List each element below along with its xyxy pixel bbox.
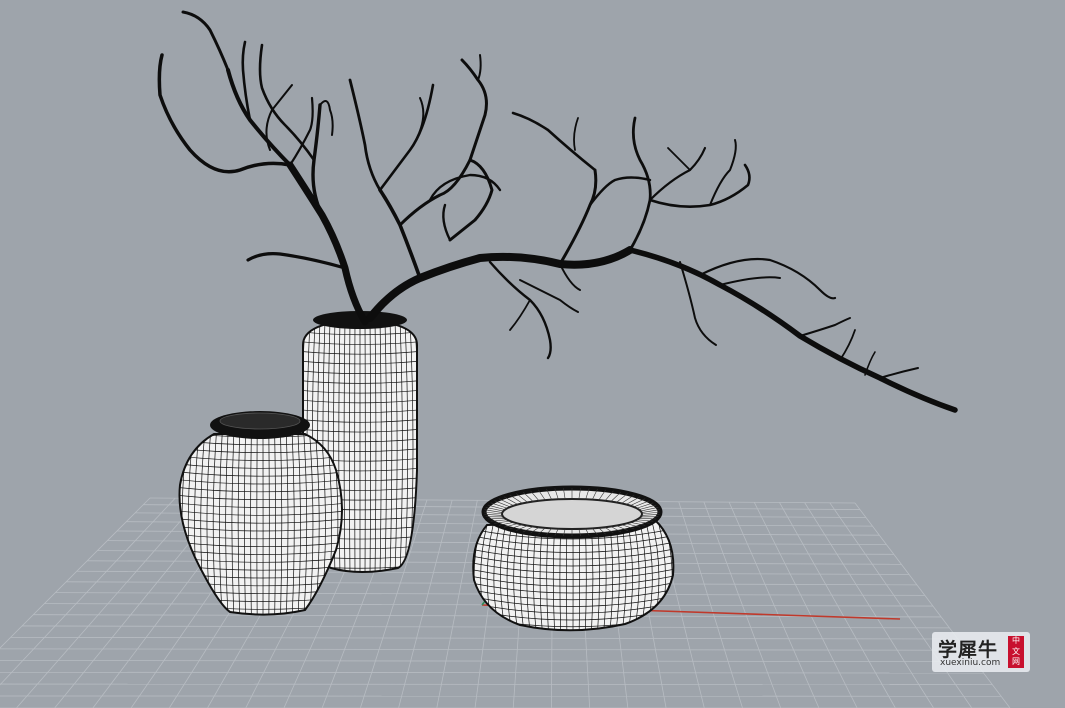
rhino-perspective-viewport[interactable]: 学犀牛 xuexiniu.com 中 文 网 <box>0 0 1065 708</box>
watermark-url: xuexiniu.com <box>940 658 1001 668</box>
round-bowl[interactable] <box>461 485 686 647</box>
badge-char: 文 <box>1012 646 1020 656</box>
viewport-scene <box>0 10 1011 708</box>
branch[interactable] <box>157 10 958 413</box>
badge-char: 中 <box>1012 636 1020 645</box>
watermark-badge: 中 文 网 <box>1008 636 1024 668</box>
badge-char: 网 <box>1012 657 1020 666</box>
watermark: 学犀牛 xuexiniu.com 中 文 网 <box>932 632 1030 672</box>
